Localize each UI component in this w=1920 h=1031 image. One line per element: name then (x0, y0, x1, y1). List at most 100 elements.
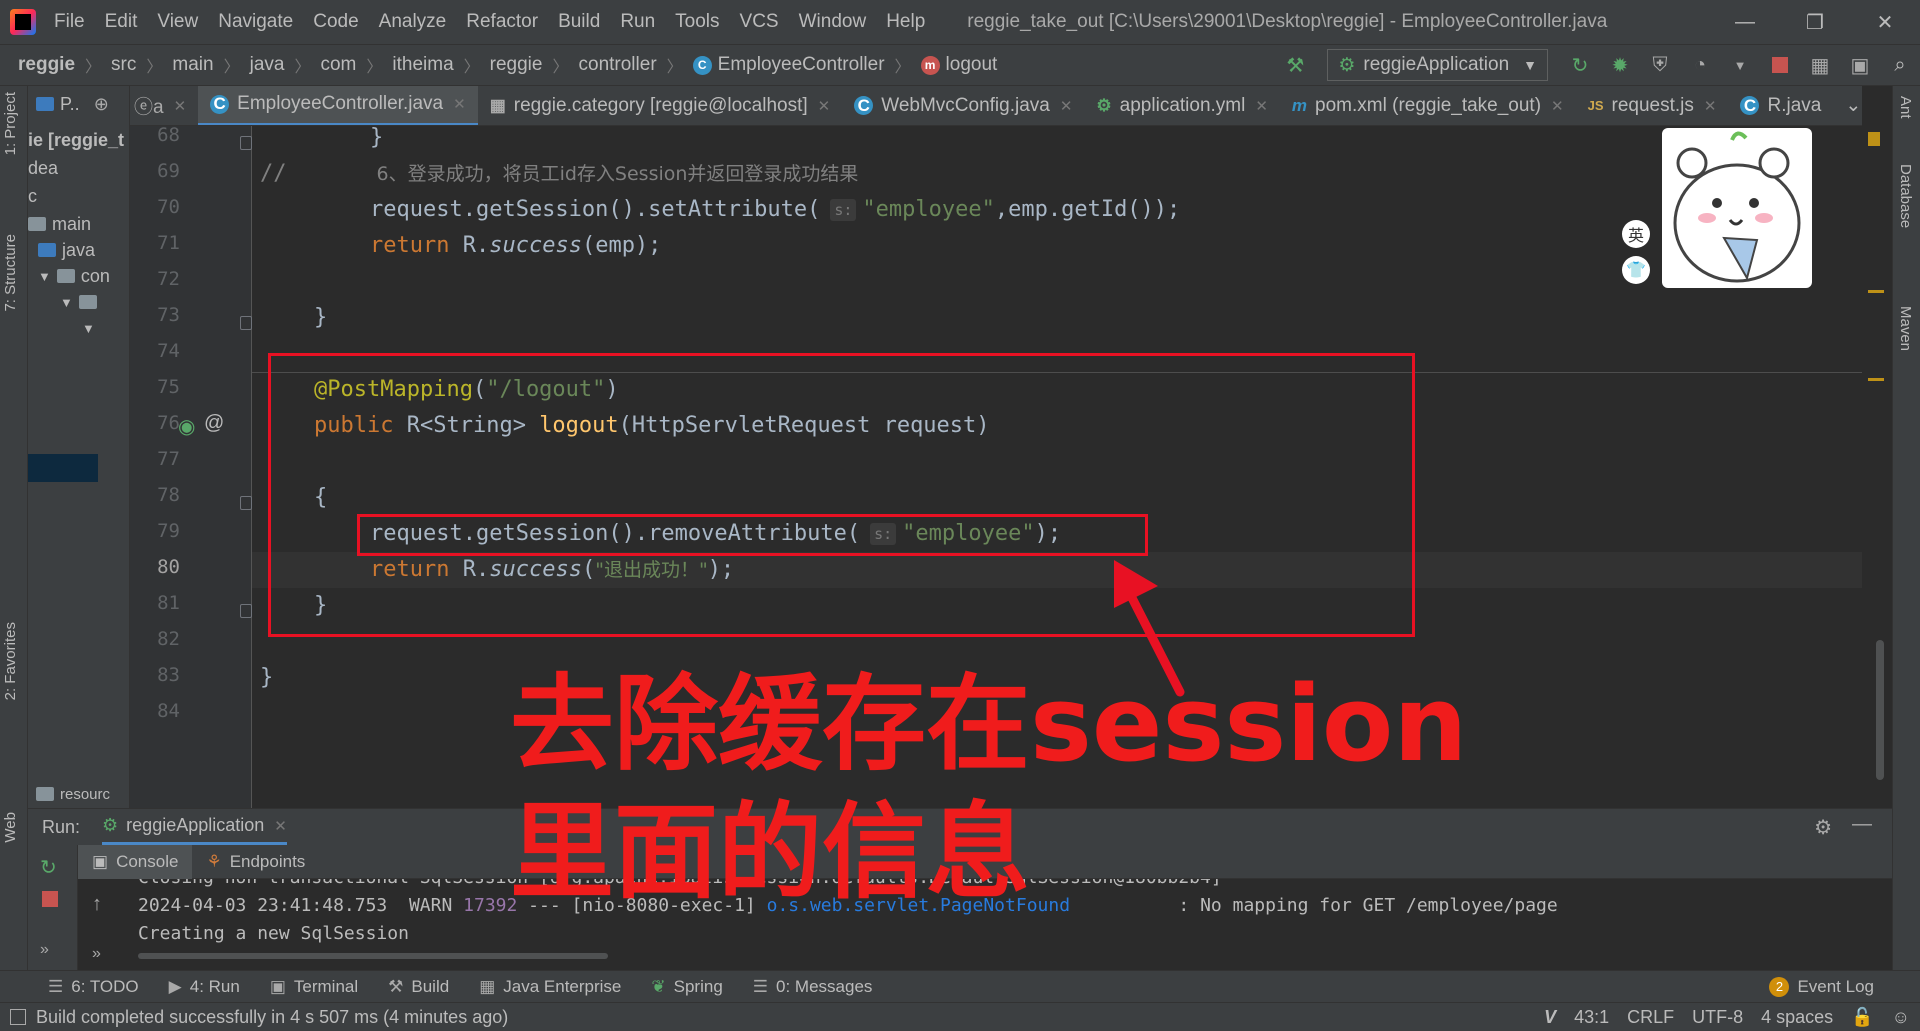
toggle-tool-windows-icon[interactable] (10, 1009, 26, 1025)
breadcrumb-class[interactable]: C EmployeeController (692, 54, 885, 76)
breadcrumb-main[interactable]: main (172, 54, 213, 76)
tab-reggie-category[interactable]: ▦ reggie.category [reggie@localhost] ✕ (478, 86, 843, 125)
breadcrumb-itheima[interactable]: itheima (392, 54, 453, 76)
console-hscrollbar[interactable] (138, 953, 608, 959)
minimize-button[interactable]: — (1710, 11, 1780, 34)
fold-marker-icon[interactable] (240, 136, 252, 150)
tab-list-chevron[interactable]: ⌄ (1833, 86, 1862, 125)
tree-row-src[interactable]: c (28, 182, 37, 210)
close-icon[interactable]: ✕ (818, 97, 831, 115)
tree-row-subpackage[interactable]: ▼ (82, 314, 101, 342)
coverage-shield-icon[interactable]: ⛨ (1643, 48, 1677, 82)
tree-row-selected[interactable] (28, 454, 98, 482)
menu-build[interactable]: Build (558, 11, 600, 33)
tool-tab-terminal[interactable]: ▣ Terminal (270, 977, 358, 997)
tool-tab-maven[interactable]: Maven (1897, 306, 1914, 351)
gear-icon[interactable]: ⚙ (1814, 815, 1832, 840)
expand-triangle-icon[interactable]: ▼ (82, 321, 95, 336)
hide-panel-icon[interactable]: — (1852, 813, 1872, 836)
locate-icon[interactable]: ⊕ (94, 94, 109, 115)
fold-marker-icon[interactable] (240, 316, 252, 330)
breadcrumb-java[interactable]: java (250, 54, 285, 76)
scroll-mark[interactable] (1868, 290, 1884, 293)
rerun-icon[interactable]: ↻ (40, 855, 57, 880)
tool-tab-java-enterprise[interactable]: ▦ Java Enterprise (479, 977, 621, 997)
menu-window[interactable]: Window (799, 11, 867, 33)
tool-tab-todo[interactable]: ☰ 6: TODO (48, 977, 139, 997)
menu-vcs[interactable]: VCS (740, 11, 779, 33)
menu-refactor[interactable]: Refactor (466, 11, 538, 33)
tool-tab-ant[interactable]: Ant (1897, 96, 1914, 119)
menu-view[interactable]: View (157, 11, 198, 33)
tab-employee-controller[interactable]: C EmployeeController.java ✕ (198, 86, 478, 125)
close-icon[interactable]: ✕ (274, 817, 287, 835)
tree-row-main[interactable]: main (28, 210, 91, 238)
tab-r-java[interactable]: C R.java (1728, 86, 1833, 125)
expand-triangle-icon[interactable]: ▼ (38, 269, 51, 284)
restore-button[interactable]: ❐ (1780, 10, 1850, 35)
vim-status-icon[interactable]: V (1544, 1007, 1556, 1028)
close-icon[interactable]: ✕ (453, 95, 466, 113)
menu-edit[interactable]: Edit (105, 11, 138, 33)
menu-analyze[interactable]: Analyze (379, 11, 447, 33)
terminal-toolbar-icon[interactable]: ▣ (1843, 48, 1877, 82)
fold-marker-icon[interactable] (240, 604, 252, 618)
tool-tab-spring[interactable]: ❦ Spring (651, 977, 722, 997)
build-hammer-icon[interactable]: ⚒ (1278, 48, 1312, 82)
run-tab-reggie[interactable]: ⚙ reggieApplication ✕ (102, 809, 287, 845)
lock-icon[interactable]: 🔓 (1851, 1007, 1873, 1028)
search-everywhere-icon[interactable]: ⌕ (1883, 48, 1917, 82)
scroll-mark[interactable] (1868, 378, 1884, 381)
subtab-console[interactable]: ▣ Console (78, 844, 193, 879)
tree-row-resources[interactable]: resourc (36, 784, 110, 804)
annotation-at-gutter-icon[interactable]: @ (204, 412, 224, 435)
close-icon[interactable]: ✕ (1255, 97, 1268, 115)
menu-navigate[interactable]: Navigate (218, 11, 293, 33)
tree-row-idea[interactable]: dea (28, 154, 58, 182)
profile-icon[interactable]: ◔ (1683, 48, 1717, 82)
indent-setting[interactable]: 4 spaces (1761, 1007, 1833, 1028)
breadcrumb-com[interactable]: com (320, 54, 356, 76)
tool-tab-structure[interactable]: 7: Structure (2, 234, 19, 312)
project-structure-icon[interactable]: ▦ (1803, 48, 1837, 82)
scroll-up-icon[interactable]: ↑ (92, 893, 102, 916)
debug-bug-icon[interactable]: ✹ (1603, 48, 1637, 82)
file-encoding[interactable]: UTF-8 (1692, 1007, 1743, 1028)
expand-triangle-icon[interactable]: ▼ (60, 295, 73, 310)
tree-row-com[interactable]: ▼ con (38, 262, 110, 290)
stop-icon[interactable] (1763, 48, 1797, 82)
tool-tab-project[interactable]: 1: Project (2, 92, 19, 155)
close-icon[interactable]: ✕ (1551, 97, 1564, 115)
tree-row-java[interactable]: java (38, 236, 95, 264)
menu-run[interactable]: Run (620, 11, 655, 33)
ime-language-badge[interactable]: 英 (1622, 220, 1650, 248)
spring-endpoint-gutter-icon[interactable]: ◉ (178, 414, 195, 439)
tool-tab-run[interactable]: ▶ 4: Run (169, 977, 240, 997)
close-icon[interactable]: ✕ (174, 97, 187, 115)
expand-more-icon[interactable]: » (40, 941, 49, 959)
event-log-button[interactable]: 2 Event Log (1769, 976, 1874, 997)
close-icon[interactable]: ✕ (1060, 97, 1073, 115)
breadcrumb-project[interactable]: reggie (18, 54, 75, 76)
tab-pom-xml[interactable]: m pom.xml (reggie_take_out) ✕ (1280, 86, 1576, 125)
tool-tab-favorites[interactable]: 2: Favorites (2, 622, 19, 700)
fold-marker-icon[interactable] (240, 496, 252, 510)
menu-help[interactable]: Help (886, 11, 925, 33)
tool-tab-messages[interactable]: ☰ 0: Messages (753, 977, 873, 997)
tab-request-js[interactable]: JS request.js ✕ (1576, 86, 1729, 125)
tool-tab-web[interactable]: Web (2, 812, 19, 843)
caret-position[interactable]: 43:1 (1574, 1007, 1609, 1028)
breadcrumb-src[interactable]: src (111, 54, 136, 76)
line-separator[interactable]: CRLF (1627, 1007, 1674, 1028)
expand-more-icon[interactable]: » (92, 945, 101, 963)
editor-scrollbar[interactable] (1876, 640, 1884, 780)
warning-indicator-icon[interactable] (1868, 132, 1880, 146)
status-message[interactable]: Build completed successfully in 4 s 507 … (36, 1007, 1544, 1028)
more-run-chevron-icon[interactable]: ▼ (1723, 48, 1757, 82)
subtab-endpoints[interactable]: ⚘ Endpoints (192, 852, 319, 872)
tool-tab-database[interactable]: Database (1897, 164, 1914, 228)
ime-skin-badge[interactable]: 👕 (1622, 256, 1650, 284)
project-panel-header[interactable]: P.. ⊕ (36, 90, 109, 118)
run-config-selector[interactable]: ⚙ reggieApplication ▼ (1327, 49, 1548, 81)
menu-file[interactable]: File (54, 11, 85, 33)
